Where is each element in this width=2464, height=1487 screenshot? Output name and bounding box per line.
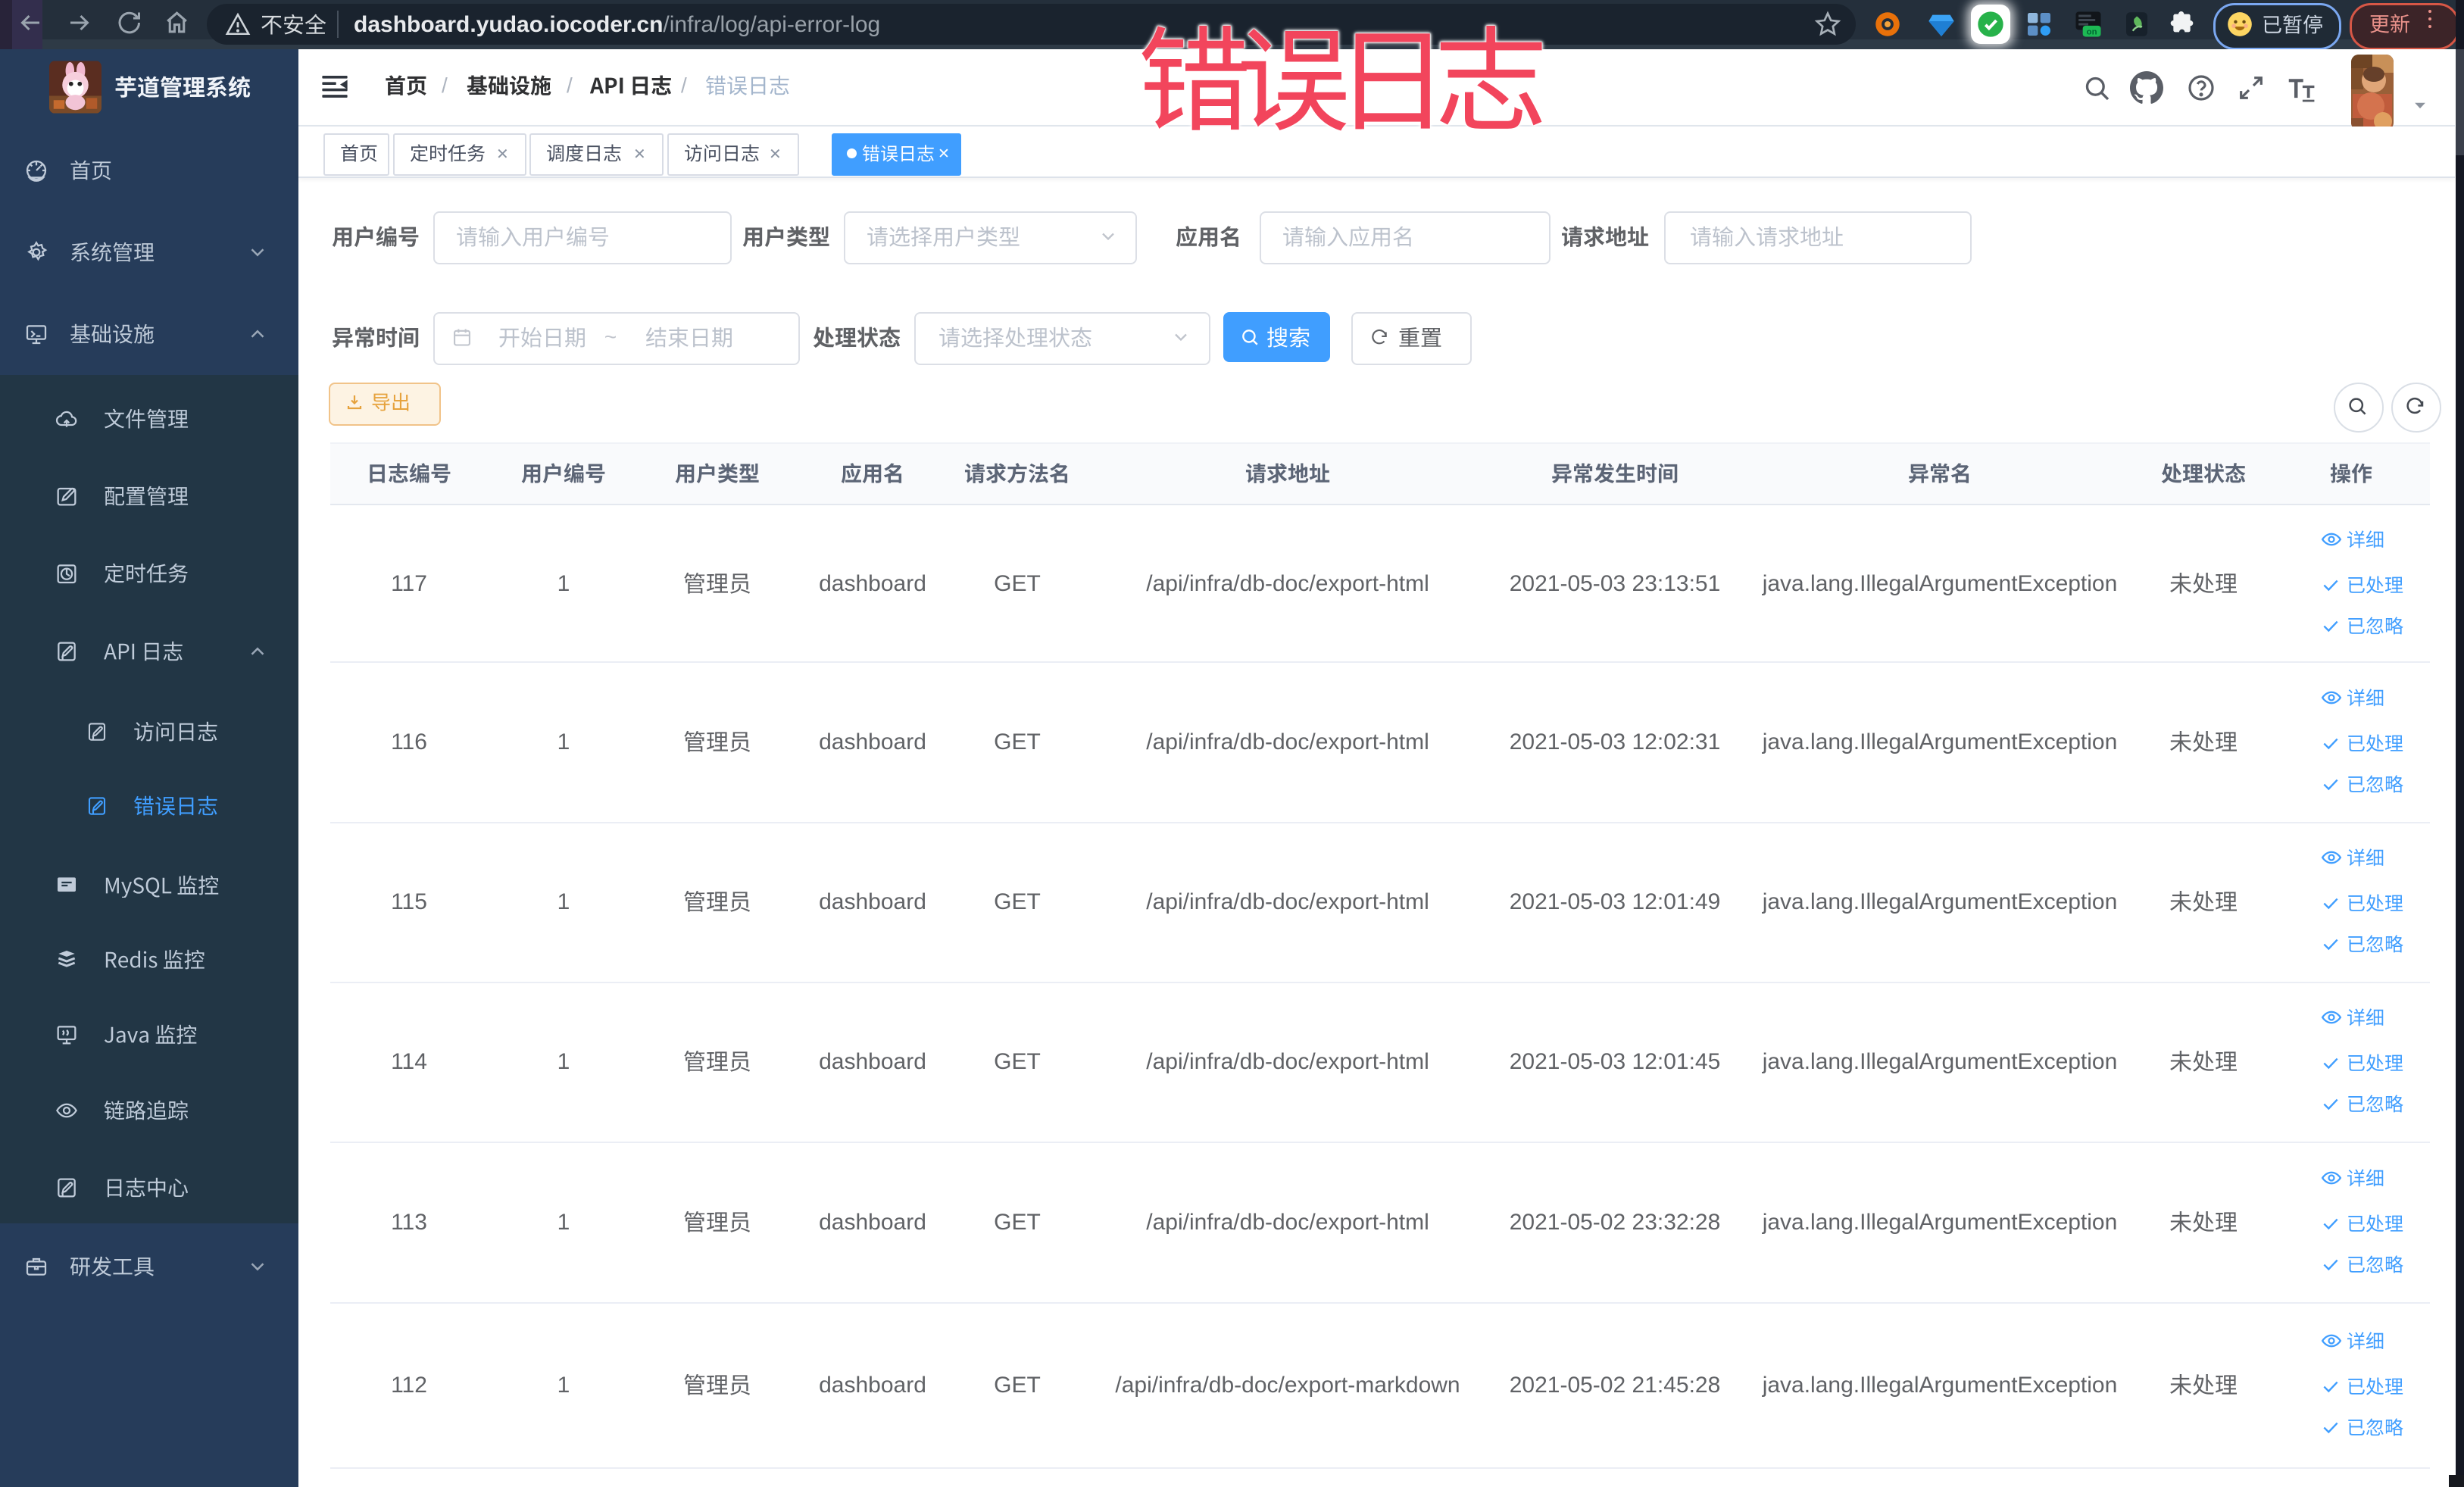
svg-text:on: on (2087, 27, 2097, 36)
